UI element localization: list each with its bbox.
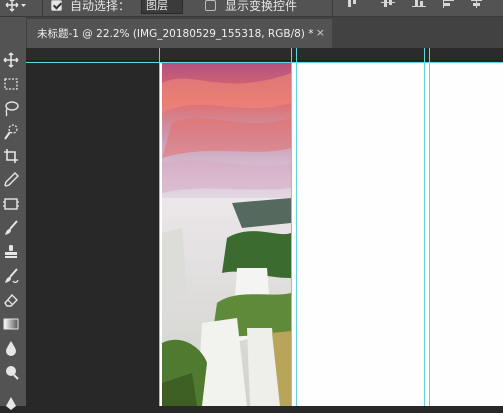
move-tool-preset[interactable] [5, 0, 27, 14]
align-vertical-center-icon[interactable] [381, 0, 395, 8]
pen-tool-icon[interactable] [2, 395, 20, 413]
auto-select-target-value[interactable]: 图层 [141, 0, 183, 14]
gradient-tool-icon[interactable] [2, 315, 20, 333]
separator [332, 0, 333, 16]
show-transform-check[interactable] [205, 0, 216, 11]
lasso-tool-icon[interactable] [2, 99, 20, 117]
dodge-tool-icon[interactable] [2, 363, 20, 381]
show-transform-label: 显示变换控件 [225, 0, 298, 13]
guide-horizontal[interactable] [26, 62, 503, 63]
document-tab[interactable]: 未标题-1 @ 22.2% (IMG_20180529_155318, RGB/… [27, 19, 332, 48]
close-icon[interactable]: × [316, 26, 325, 39]
options-bar: 自动选择： 图层 显示变换控件 [0, 0, 503, 17]
document-tab-title: 未标题-1 @ 22.2% (IMG_20180529_155318, RGB/… [37, 28, 314, 40]
guide-vertical[interactable] [159, 48, 160, 406]
move-tool-icon[interactable] [2, 51, 20, 69]
align-bottom-icon[interactable] [412, 0, 426, 8]
show-transform-checkbox[interactable] [205, 0, 216, 14]
crop-tool-icon[interactable] [2, 147, 20, 165]
align-left-icon[interactable] [442, 0, 456, 8]
horizontal-ruler[interactable] [26, 48, 503, 61]
waterfall-image [162, 63, 291, 406]
tools-panel [0, 17, 26, 410]
guide-vertical[interactable] [429, 48, 430, 406]
guide-vertical[interactable] [424, 48, 425, 406]
auto-select-label: 自动选择： [70, 0, 131, 13]
auto-select-check[interactable] [51, 0, 62, 11]
move-icon [5, 0, 26, 12]
quick-select-tool-icon[interactable] [2, 123, 20, 141]
align-horizontal-center-icon[interactable] [470, 0, 484, 8]
placed-photo-layer[interactable] [162, 63, 291, 406]
auto-select-checkbox[interactable] [51, 0, 62, 14]
separator [42, 0, 43, 16]
guide-vertical[interactable] [291, 48, 292, 406]
align-top-icon[interactable] [345, 0, 359, 8]
history-brush-tool-icon[interactable] [2, 267, 20, 285]
marquee-tool-icon[interactable] [2, 75, 20, 93]
eyedropper-tool-icon[interactable] [2, 171, 20, 189]
auto-select-target-dropdown[interactable]: 图层 [141, 0, 183, 14]
frame-tool-icon[interactable] [2, 195, 20, 213]
stamp-tool-icon[interactable] [2, 243, 20, 261]
eraser-tool-icon[interactable] [2, 291, 20, 309]
blur-tool-icon[interactable] [2, 339, 20, 357]
guide-vertical[interactable] [296, 48, 297, 406]
brush-tool-icon[interactable] [2, 219, 20, 237]
